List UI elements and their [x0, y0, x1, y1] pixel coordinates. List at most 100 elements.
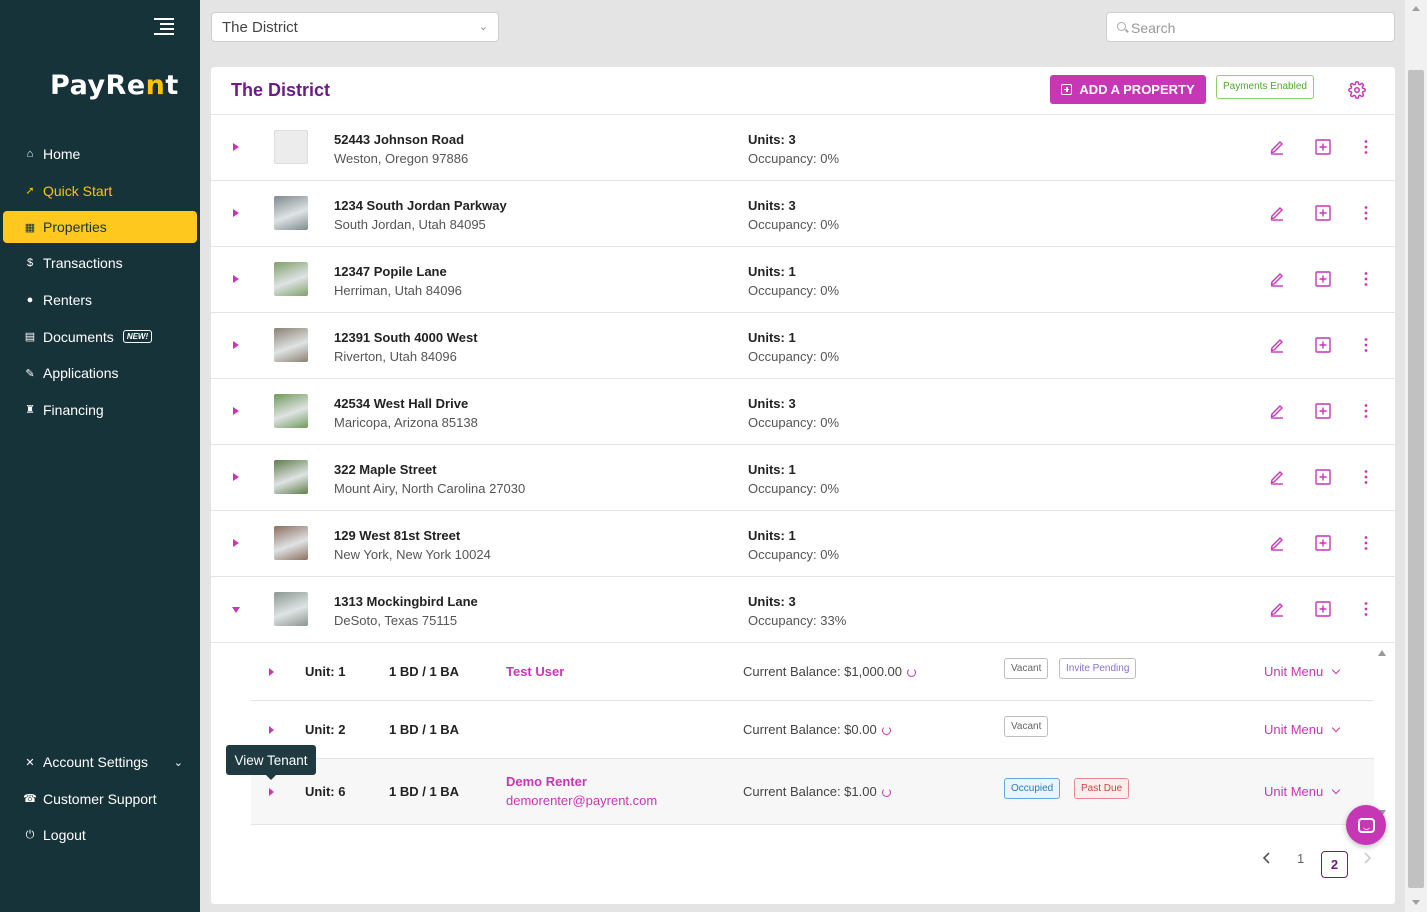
- property-row[interactable]: 12347 Popile Lane Herriman, Utah 84096 Uni…: [211, 247, 1395, 313]
- search-input[interactable]: Search: [1106, 12, 1395, 42]
- sidebar-item-label: Home: [43, 146, 81, 163]
- add-unit-icon[interactable]: [1315, 469, 1331, 485]
- unit-row[interactable]: Unit: 1 1 BD / 1 BA Test User Current Balan…: [251, 643, 1374, 701]
- view-tenant-caret-icon[interactable]: [269, 788, 274, 796]
- building-icon: ▦: [24, 221, 36, 234]
- view-tenant-caret-icon[interactable]: [269, 668, 274, 676]
- expand-caret-icon[interactable]: [233, 341, 239, 349]
- property-address[interactable]: 42534 West Hall Drive Maricopa, Arizona 8…: [334, 394, 478, 432]
- add-unit-icon[interactable]: [1315, 403, 1331, 419]
- chat-launcher-button[interactable]: [1346, 805, 1386, 845]
- unit-menu-dropdown[interactable]: Unit Menu: [1264, 784, 1341, 799]
- expand-caret-icon[interactable]: [233, 209, 239, 217]
- home-icon: ⌂: [26, 148, 34, 161]
- unit-menu-dropdown[interactable]: Unit Menu: [1264, 722, 1341, 737]
- scroll-down-icon[interactable]: [1412, 900, 1420, 905]
- edit-icon[interactable]: [1269, 337, 1285, 353]
- property-row[interactable]: 42534 West Hall Drive Maricopa, Arizona 8…: [211, 379, 1395, 445]
- edit-icon[interactable]: [1269, 205, 1285, 221]
- tenant-name-link[interactable]: Demo Renter: [506, 774, 587, 789]
- refresh-balance-icon[interactable]: [881, 788, 891, 798]
- collapse-caret-icon[interactable]: [232, 607, 240, 613]
- more-vertical-icon[interactable]: [1363, 139, 1369, 155]
- edit-icon[interactable]: [1269, 535, 1285, 551]
- more-vertical-icon[interactable]: [1363, 469, 1369, 485]
- more-vertical-icon[interactable]: [1363, 337, 1369, 353]
- inner-scroll-up-icon[interactable]: [1378, 650, 1386, 656]
- add-unit-icon[interactable]: [1315, 271, 1331, 287]
- refresh-balance-icon[interactable]: [881, 726, 891, 736]
- sidebar-item-logout[interactable]: ⏻ Logout: [3, 817, 197, 854]
- sidebar-item-account-settings[interactable]: ✕ Account Settings ⌄: [3, 744, 197, 781]
- property-row[interactable]: 322 Maple Street Mount Airy, North Caroli…: [211, 445, 1395, 511]
- property-address[interactable]: 1313 Mockingbird Lane DeSoto, Texas 75115: [334, 592, 478, 630]
- tenant-name-link[interactable]: Test User: [506, 664, 564, 679]
- more-vertical-icon[interactable]: [1363, 271, 1369, 287]
- next-page-button[interactable]: [1362, 851, 1372, 868]
- menu-collapse-icon[interactable]: [154, 18, 174, 36]
- expand-caret-icon[interactable]: [233, 407, 239, 415]
- property-row[interactable]: 1313 Mockingbird Lane DeSoto, Texas 75115…: [211, 577, 1395, 643]
- add-property-button[interactable]: ADD A PROPERTY: [1050, 75, 1206, 104]
- page-2-button[interactable]: 2: [1321, 851, 1348, 878]
- property-row[interactable]: 129 West 81st Street New York, New York 1…: [211, 511, 1395, 577]
- property-address[interactable]: 52443 Johnson Road Weston, Oregon 97886: [334, 130, 468, 168]
- property-address[interactable]: 1234 South Jordan Parkway South Jordan, U…: [334, 196, 507, 234]
- expand-caret-icon[interactable]: [233, 143, 239, 151]
- refresh-balance-icon[interactable]: [907, 668, 916, 678]
- property-units: Units: 1: [748, 330, 796, 345]
- gear-icon[interactable]: [1348, 81, 1366, 99]
- expand-caret-icon[interactable]: [233, 473, 239, 481]
- property-street: 12347 Popile Lane: [334, 264, 447, 279]
- scroll-up-icon[interactable]: [1412, 6, 1420, 11]
- add-unit-icon[interactable]: [1315, 139, 1331, 155]
- tenant-email-link[interactable]: demorenter@payrent.com: [506, 793, 657, 808]
- property-row[interactable]: 12391 South 4000 West Riverton, Utah 8409…: [211, 313, 1395, 379]
- property-address[interactable]: 12347 Popile Lane Herriman, Utah 84096: [334, 262, 462, 300]
- sidebar-item-financing[interactable]: ♜ Financing: [3, 392, 197, 429]
- scrollbar-thumb[interactable]: [1408, 70, 1424, 888]
- sidebar-item-quick-start[interactable]: ➚ Quick Start: [3, 173, 197, 210]
- more-vertical-icon[interactable]: [1363, 601, 1369, 617]
- more-vertical-icon[interactable]: [1363, 403, 1369, 419]
- expand-caret-icon[interactable]: [233, 275, 239, 283]
- status-badge: Vacant: [1004, 658, 1049, 679]
- property-street: 1234 South Jordan Parkway: [334, 198, 507, 213]
- property-group-select[interactable]: The District ⌄: [211, 12, 499, 42]
- more-vertical-icon[interactable]: [1363, 205, 1369, 221]
- property-occupancy: Occupancy: 33%: [748, 613, 847, 628]
- sidebar-item-customer-support[interactable]: ☎ Customer Support: [3, 781, 197, 818]
- sidebar-item-documents[interactable]: ▤ Documents NEW!: [3, 318, 197, 355]
- prev-page-button[interactable]: [1262, 851, 1272, 868]
- unit-menu-dropdown[interactable]: Unit Menu: [1264, 664, 1341, 679]
- add-unit-icon[interactable]: [1315, 601, 1331, 617]
- edit-icon[interactable]: [1269, 601, 1285, 617]
- property-row[interactable]: 52443 Johnson Road Weston, Oregon 97886 Un…: [211, 115, 1395, 181]
- add-unit-icon[interactable]: [1315, 337, 1331, 353]
- sidebar-item-properties[interactable]: ▦ Properties: [3, 211, 197, 244]
- page-scrollbar[interactable]: [1405, 0, 1427, 912]
- sidebar-item-renters[interactable]: ● Renters: [3, 282, 197, 319]
- unit-row[interactable]: Unit: 2 1 BD / 1 BA Current Balance: $0.00…: [251, 701, 1374, 759]
- more-vertical-icon[interactable]: [1363, 535, 1369, 551]
- edit-icon[interactable]: [1269, 271, 1285, 287]
- sidebar-item-applications[interactable]: ✎ Applications: [3, 355, 197, 392]
- property-address[interactable]: 12391 South 4000 West Riverton, Utah 8409…: [334, 328, 478, 366]
- page-1-button[interactable]: 1: [1297, 851, 1304, 866]
- view-tenant-caret-icon[interactable]: [269, 726, 274, 734]
- expand-caret-icon[interactable]: [233, 539, 239, 547]
- property-address[interactable]: 129 West 81st Street New York, New York 1…: [334, 526, 491, 564]
- sidebar-item-transactions[interactable]: $ Transactions: [3, 245, 197, 282]
- edit-icon[interactable]: [1269, 469, 1285, 485]
- property-thumbnail: [274, 592, 308, 626]
- add-unit-icon[interactable]: [1315, 205, 1331, 221]
- add-unit-icon[interactable]: [1315, 535, 1331, 551]
- property-row[interactable]: 1234 South Jordan Parkway South Jordan, U…: [211, 181, 1395, 247]
- unit-row[interactable]: Unit: 6 1 BD / 1 BA Demo Renter demorenter@…: [251, 759, 1374, 825]
- edit-icon[interactable]: [1269, 403, 1285, 419]
- property-address[interactable]: 322 Maple Street Mount Airy, North Caroli…: [334, 460, 525, 498]
- edit-icon[interactable]: [1269, 139, 1285, 155]
- payrent-logo[interactable]: PayRent: [50, 70, 179, 101]
- search-placeholder: Search: [1131, 20, 1176, 36]
- sidebar-item-home[interactable]: ⌂ Home: [3, 136, 197, 173]
